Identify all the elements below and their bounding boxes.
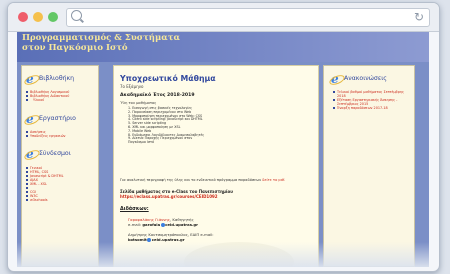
main-content: Υποχρεωτικό Μάθημα 7ο Εξάμηνο Ακαδημαϊκό… bbox=[113, 65, 319, 267]
external-links: Γενικοί HTML, CSS Javascript & DHTML AJA… bbox=[25, 166, 95, 202]
teacher-2-email-user: kotsomit bbox=[128, 236, 147, 242]
announcement-link[interactable]: Έναρξη παραδόσεων 2017-18 bbox=[332, 106, 408, 110]
teachers-heading: Διδάσκων: bbox=[120, 207, 149, 212]
syllabus-pdf-link[interactable]: δείτε το pdf. bbox=[262, 178, 285, 182]
announcement-link[interactable]: Τελικοί βαθμοί μαθήματος Σεπτέμβρης 2018 bbox=[332, 90, 408, 98]
section-title: Εργαστήριο bbox=[39, 115, 76, 122]
section-title: Σύνδεσμοι bbox=[39, 150, 71, 157]
minimize-window-button[interactable] bbox=[33, 12, 43, 22]
web-page: Προγραμματισμός & Συστήματα στον Παγκόσμ… bbox=[17, 32, 429, 267]
teacher-1: Γαροφαλάκης Γιάννης, Καθηγητής e-mail: g… bbox=[128, 217, 313, 227]
teacher-2: Δημήτρης Κουτσομητρόπουλος, ΕΔΙΠ e-mail:… bbox=[128, 232, 313, 242]
maximize-window-button[interactable] bbox=[48, 12, 58, 22]
sidebar-link[interactable]: w3schools bbox=[25, 198, 95, 202]
ie-logo-icon: e bbox=[26, 113, 38, 125]
site-title: Προγραμματισμός & Συστήματα στον Παγκόσμ… bbox=[22, 33, 232, 53]
sidebar-link[interactable]: Υποδείξεις εργασιών bbox=[25, 134, 95, 138]
academic-year: Ακαδημαϊκό Έτος 2018-2019 bbox=[120, 93, 195, 98]
teacher-2-email-domain: ceid.upatras.gr bbox=[151, 236, 185, 242]
site-banner: Προγραμματισμός & Συστήματα στον Παγκόσμ… bbox=[17, 32, 429, 62]
announcement-link[interactable]: Εξέταση Εργαστηριακής Άσκησης - Σεπτέμβρ… bbox=[332, 98, 408, 106]
reload-icon[interactable]: ↻ bbox=[414, 10, 424, 24]
eclass-link[interactable]: https://eclass.upatras.gr/courses/CEID10… bbox=[120, 194, 218, 199]
page-bottom-fade bbox=[17, 242, 429, 267]
teacher-1-email-domain: ceid.upatras.gr bbox=[165, 221, 198, 227]
course-title: Υποχρεωτικό Μάθημα bbox=[120, 74, 216, 83]
ie-logo-icon: e bbox=[26, 148, 38, 160]
left-sidebar: e Βιβλιοθήκη Βιβλιοθήκη Λογισμικού Βιβλι… bbox=[21, 65, 99, 267]
right-sidebar: e Ανακοινώσεις Τελικοί βαθμοί μαθήματος … bbox=[323, 65, 415, 267]
site-title-line: Προγραμματισμός & Συστήματα bbox=[22, 33, 180, 43]
syllabus-item: Παγκόσμιο Ιστό bbox=[128, 140, 154, 145]
site-title-line: στον Παγκόσμιο Ιστό bbox=[22, 43, 128, 53]
syllabus-heading: Ύλη του μαθήματος bbox=[120, 101, 157, 105]
sidebar-link[interactable]: Υλικού bbox=[25, 98, 95, 102]
teacher-1-email-label: e-mail: bbox=[128, 221, 143, 227]
lab-links: Ασκήσεις Υποδείξεις εργασιών bbox=[25, 130, 95, 138]
teacher-1-email-user: garofala bbox=[142, 221, 161, 227]
syllabus-list: 1. Εισαγωγή στις βασικές τεχνολογίες 2. … bbox=[128, 106, 204, 145]
section-title: Ανακοινώσεις bbox=[344, 75, 387, 82]
eclass-block: Σελίδα μαθήματος στο e-Class του Πανεπισ… bbox=[120, 189, 305, 199]
section-title: Βιβλιοθήκη bbox=[39, 75, 75, 82]
close-window-button[interactable] bbox=[18, 12, 28, 22]
at-icon bbox=[147, 237, 152, 242]
course-semester: 7ο Εξάμηνο bbox=[120, 84, 144, 89]
syllabus-note: Για αναλυτική περιγραφή της ύλης και το … bbox=[120, 178, 305, 182]
ie-logo-icon: e bbox=[26, 73, 38, 85]
ie-logo-icon: e bbox=[331, 73, 343, 85]
syllabus-note-text: Για αναλυτική περιγραφή της ύλης και το … bbox=[120, 178, 262, 182]
address-bar[interactable]: ↻ bbox=[66, 8, 430, 27]
browser-toolbar: ↻ bbox=[8, 3, 439, 32]
browser-window: ↻ Προγραμματισμός & Συστήματα στον Παγκό… bbox=[7, 2, 440, 272]
library-links: Βιβλιοθήκη Λογισμικού Βιβλιοθήκη Διδακτι… bbox=[25, 90, 95, 102]
announcement-links: Τελικοί βαθμοί μαθήματος Σεπτέμβρης 2018… bbox=[332, 90, 408, 110]
search-icon bbox=[71, 10, 82, 21]
